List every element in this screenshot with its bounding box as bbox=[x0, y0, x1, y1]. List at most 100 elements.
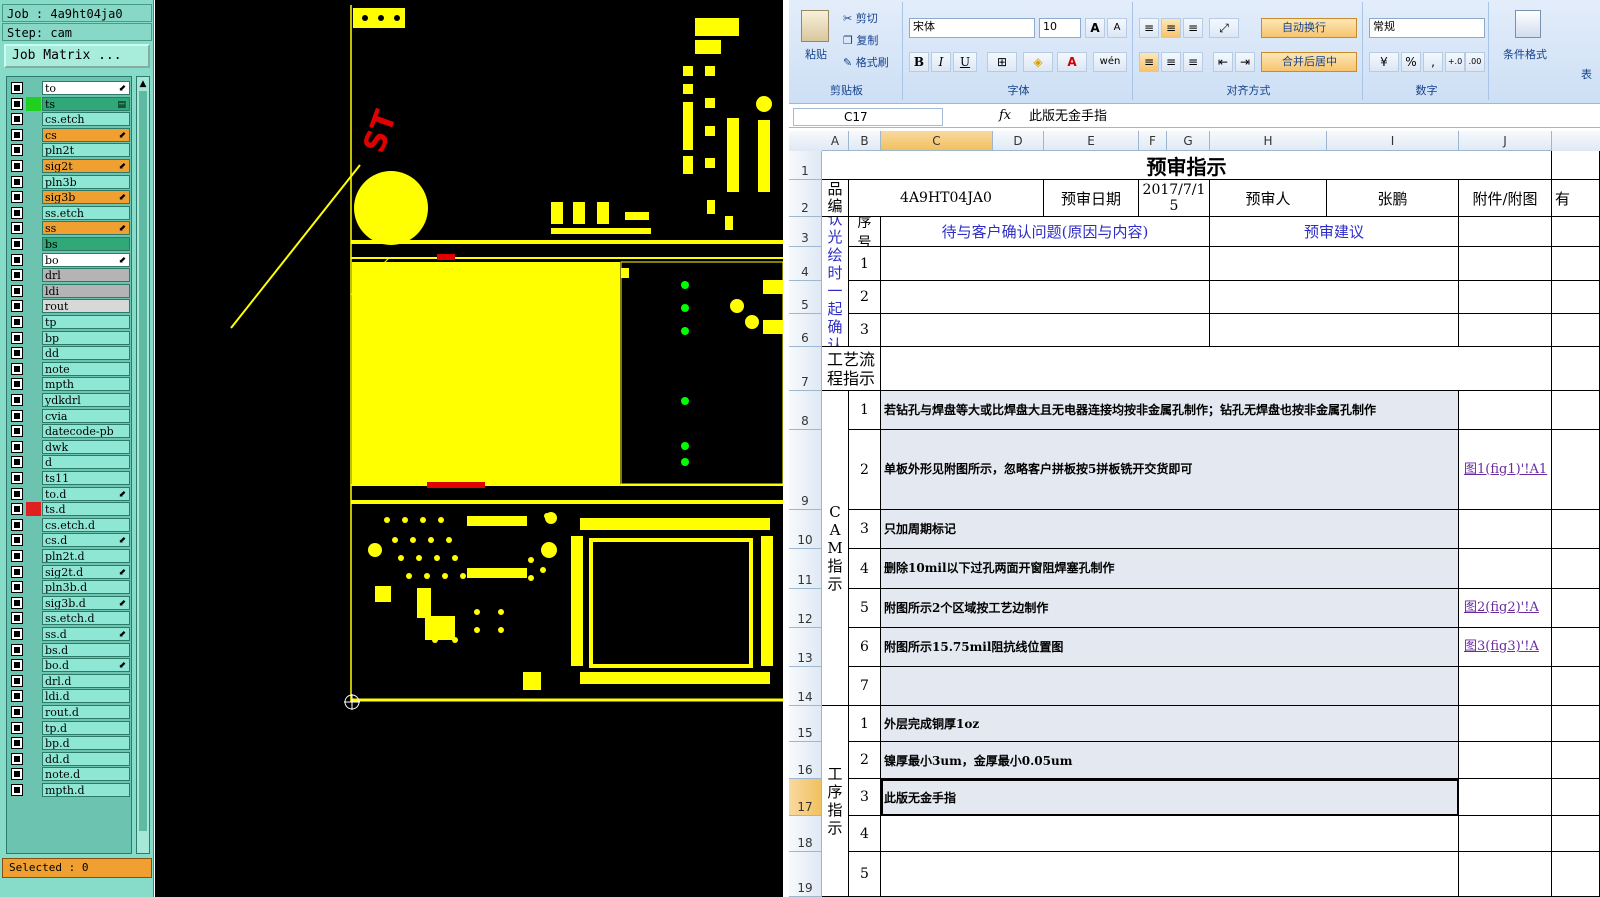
reviewer-value[interactable]: 张鹏 bbox=[1327, 180, 1459, 217]
cam-instruction-label[interactable]: CAM指示 bbox=[822, 391, 849, 706]
attachment-cell[interactable] bbox=[1459, 510, 1552, 549]
layer-checkbox[interactable] bbox=[11, 565, 23, 578]
advice-cell[interactable] bbox=[1210, 281, 1459, 314]
cam-item-text[interactable]: 只加周期标记 bbox=[881, 510, 1459, 549]
layer-checkbox[interactable] bbox=[11, 128, 23, 141]
cam-item-text[interactable]: 删除10mil以下过孔两面开窗阻焊塞孔制作 bbox=[881, 549, 1459, 589]
layer-name[interactable]: to.d ⬋ bbox=[42, 486, 130, 501]
layer-row[interactable]: ydkdrl bbox=[9, 393, 130, 407]
cell[interactable] bbox=[1552, 706, 1600, 742]
attachment-cell[interactable]: 图3(fig3)'!A bbox=[1459, 628, 1552, 667]
layer-checkbox[interactable] bbox=[11, 690, 23, 703]
cell[interactable] bbox=[1552, 816, 1600, 852]
layer-name[interactable]: pln3b.d bbox=[42, 580, 130, 595]
row-header[interactable]: 6 bbox=[789, 314, 822, 347]
align-bottom-icon[interactable]: ≡ bbox=[1183, 18, 1203, 38]
align-middle-icon[interactable]: ≡ bbox=[1161, 18, 1181, 38]
cam-item-text[interactable]: 单板外形见附图所示，忽略客户拼板按5拼板铣开交货即可 bbox=[881, 430, 1459, 510]
layer-row[interactable]: dd bbox=[9, 346, 130, 361]
layer-row[interactable]: mpth bbox=[9, 377, 130, 392]
layer-name[interactable]: ss.etch bbox=[42, 205, 130, 220]
layer-checkbox[interactable] bbox=[11, 581, 23, 594]
row-header[interactable]: 14 bbox=[789, 667, 822, 706]
seq-label[interactable]: 序号 bbox=[849, 217, 881, 247]
row-header[interactable]: 4 bbox=[789, 247, 822, 281]
layer-row[interactable]: cs.etch.d bbox=[9, 517, 130, 532]
row-header[interactable]: 1 bbox=[789, 151, 822, 180]
row-header[interactable]: 2 bbox=[789, 180, 822, 217]
process-item-text[interactable] bbox=[881, 852, 1459, 897]
process-instruction-label[interactable]: 工序指示 bbox=[822, 706, 849, 897]
issue-cell[interactable] bbox=[881, 247, 1210, 281]
row-header[interactable]: 5 bbox=[789, 281, 822, 314]
layer-checkbox[interactable] bbox=[11, 425, 23, 438]
column-header[interactable]: E bbox=[1044, 131, 1139, 151]
layer-checkbox[interactable] bbox=[11, 409, 23, 422]
layer-checkbox[interactable] bbox=[11, 362, 23, 375]
process-item-text[interactable]: 镍厚最小3um，金厚最小0.05um bbox=[881, 742, 1459, 779]
layer-row[interactable]: ts.d bbox=[9, 502, 130, 517]
cam-item-text[interactable]: 附图所示2个区域按工艺边制作 bbox=[881, 589, 1459, 628]
layer-row[interactable]: bs.d bbox=[9, 642, 130, 657]
layer-name[interactable]: datecode-pb bbox=[42, 424, 130, 439]
advice-cell[interactable] bbox=[1210, 247, 1459, 281]
layer-checkbox[interactable] bbox=[11, 596, 23, 609]
layer-name[interactable]: pln3b bbox=[42, 174, 130, 189]
layer-name[interactable]: ss.etch.d bbox=[42, 611, 130, 626]
layer-checkbox[interactable] bbox=[11, 628, 23, 640]
layer-checkbox[interactable] bbox=[11, 550, 23, 562]
layer-row[interactable]: ss.etch.d bbox=[9, 611, 130, 626]
layer-checkbox[interactable] bbox=[11, 300, 23, 313]
layer-name[interactable]: ldi.d bbox=[42, 689, 130, 704]
layer-name[interactable]: ss ⬋ bbox=[42, 221, 130, 236]
layer-checkbox[interactable] bbox=[11, 378, 23, 391]
column-header[interactable]: G bbox=[1167, 131, 1210, 151]
merge-center-button[interactable]: 合并后居中 bbox=[1261, 52, 1357, 72]
cell[interactable] bbox=[1459, 706, 1552, 742]
cam-item-number[interactable]: 5 bbox=[849, 589, 881, 628]
process-item-number[interactable]: 1 bbox=[849, 706, 881, 742]
pending-number[interactable]: 2 bbox=[849, 281, 881, 314]
layer-checkbox[interactable] bbox=[11, 331, 23, 344]
layer-checkbox[interactable] bbox=[11, 721, 23, 734]
attachment-cell[interactable]: 图1(fig1)'!A1 bbox=[1459, 430, 1552, 510]
layer-name[interactable]: drl.d bbox=[42, 673, 130, 688]
layer-row[interactable]: rout bbox=[9, 299, 130, 314]
layer-name[interactable]: ts.d bbox=[42, 502, 130, 517]
scroll-thumb[interactable] bbox=[139, 91, 147, 831]
column-header[interactable]: D bbox=[993, 131, 1044, 151]
column-header[interactable]: A bbox=[822, 131, 849, 151]
layer-row[interactable]: cs.etch bbox=[9, 112, 130, 127]
row-header[interactable]: 9 bbox=[789, 430, 822, 510]
product-no-value[interactable]: 4A9HT04JA0 bbox=[849, 180, 1044, 217]
font-size-select[interactable]: 10 bbox=[1039, 18, 1081, 38]
layer-row[interactable]: dwk bbox=[9, 439, 130, 454]
layer-checkbox[interactable] bbox=[11, 222, 23, 235]
process-item-number[interactable]: 3 bbox=[849, 779, 881, 816]
layer-name[interactable]: note bbox=[42, 361, 130, 376]
font-name-select[interactable]: 宋体 bbox=[909, 18, 1035, 38]
layer-row[interactable]: cs ⬋ bbox=[9, 127, 130, 142]
layer-row[interactable]: bo.d ⬋ bbox=[9, 658, 130, 673]
layer-name[interactable]: bs.d bbox=[42, 642, 130, 657]
cell[interactable] bbox=[1552, 852, 1600, 897]
advice-cell[interactable] bbox=[1210, 314, 1459, 347]
attachment-cell[interactable] bbox=[1459, 391, 1552, 430]
process-item-text[interactable] bbox=[881, 816, 1459, 852]
layer-checkbox[interactable] bbox=[11, 706, 23, 718]
layer-name[interactable]: cs.d ⬋ bbox=[42, 533, 130, 548]
cam-item-number[interactable]: 1 bbox=[849, 391, 881, 430]
layer-checkbox[interactable] bbox=[11, 284, 23, 297]
layer-row[interactable]: sig3b.d ⬋ bbox=[9, 595, 130, 610]
layer-checkbox[interactable] bbox=[11, 737, 23, 750]
layer-checkbox[interactable] bbox=[11, 612, 23, 625]
layer-name[interactable]: mpth.d bbox=[42, 783, 130, 797]
layer-checkbox[interactable] bbox=[11, 752, 23, 765]
layer-row[interactable]: bs bbox=[9, 237, 130, 251]
comma-button[interactable]: , bbox=[1423, 52, 1443, 72]
cell[interactable] bbox=[1552, 510, 1600, 549]
layer-checkbox[interactable] bbox=[11, 238, 23, 250]
layer-row[interactable]: to ⬋ bbox=[9, 81, 130, 95]
layer-row[interactable]: ldi.d bbox=[9, 689, 130, 704]
layer-name[interactable]: bo ⬋ bbox=[42, 252, 130, 267]
